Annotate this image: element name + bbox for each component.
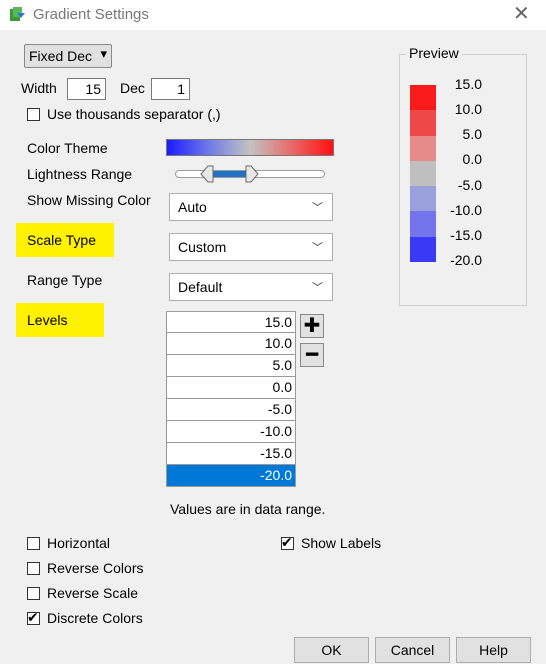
- level-row-selected[interactable]: -20.0: [166, 465, 296, 487]
- level-row[interactable]: -15.0: [166, 443, 296, 465]
- levels-label: Levels: [27, 312, 68, 328]
- horizontal-checkbox[interactable]: [27, 537, 40, 550]
- preview-swatch: [410, 236, 436, 262]
- chevron-down-icon: ﹀: [312, 282, 323, 294]
- check-icon: ✔: [281, 534, 293, 550]
- remove-level-button[interactable]: ━: [300, 343, 324, 367]
- level-row[interactable]: -10.0: [166, 421, 296, 443]
- preview-swatch: [410, 110, 436, 136]
- scale-type-value: Custom: [178, 239, 227, 255]
- level-row[interactable]: 5.0: [166, 355, 296, 377]
- missing-color-dropdown[interactable]: Auto ﹀: [169, 193, 333, 221]
- show-labels-checkbox[interactable]: ✔: [281, 534, 294, 550]
- discrete-colors-checkbox[interactable]: ✔: [27, 609, 40, 625]
- dec-label: Dec: [120, 80, 145, 96]
- minus-icon: ━: [305, 344, 319, 366]
- discrete-colors-label: Discrete Colors: [47, 610, 143, 626]
- preview-label: 10.0: [454, 101, 482, 117]
- width-label: Width: [21, 80, 57, 96]
- color-theme-gradient[interactable]: [166, 139, 334, 156]
- level-row[interactable]: -5.0: [166, 399, 296, 421]
- horizontal-label: Horizontal: [47, 535, 111, 551]
- add-level-button[interactable]: ✚: [300, 314, 324, 338]
- width-field[interactable]: 15: [67, 78, 106, 100]
- chevron-down-icon: ﹀: [312, 242, 323, 254]
- show-labels-label: Show Labels: [301, 535, 382, 551]
- lightness-high-handle[interactable]: [245, 165, 259, 183]
- dropdown-arrow-icon: ▾: [100, 46, 107, 61]
- scale-type-label: Scale Type: [27, 232, 97, 248]
- bottom-edge: [0, 664, 546, 671]
- levels-note: Values are in data range.: [170, 501, 326, 517]
- thousands-checkbox[interactable]: [27, 108, 40, 121]
- plus-icon: ✚: [303, 315, 321, 337]
- chevron-down-icon: ﹀: [312, 202, 323, 214]
- dec-field[interactable]: 1: [151, 78, 190, 100]
- preview-swatch: [410, 135, 436, 161]
- preview-label: -10.0: [450, 202, 482, 218]
- range-type-dropdown[interactable]: Default ﹀: [169, 273, 333, 301]
- range-type-label: Range Type: [27, 272, 103, 288]
- preview-label: -15.0: [450, 227, 482, 243]
- lightness-label: Lightness Range: [27, 166, 133, 182]
- preview-swatch: [410, 85, 436, 111]
- close-icon[interactable]: ✕: [513, 3, 530, 25]
- reverse-colors-label: Reverse Colors: [47, 560, 144, 576]
- preview-label: 15.0: [454, 76, 482, 92]
- format-dropdown[interactable]: Fixed Dec ▾: [24, 44, 112, 68]
- range-type-value: Default: [178, 279, 223, 295]
- color-theme-label: Color Theme: [27, 140, 108, 156]
- reverse-scale-label: Reverse Scale: [47, 585, 139, 601]
- level-row[interactable]: 15.0: [166, 311, 296, 333]
- scale-type-dropdown[interactable]: Custom ﹀: [169, 233, 333, 261]
- reverse-colors-checkbox[interactable]: [27, 562, 40, 575]
- preview-label: -5.0: [457, 177, 482, 193]
- preview-swatch: [410, 160, 436, 186]
- window-title: Gradient Settings: [33, 6, 149, 23]
- missing-color-value: Auto: [178, 199, 207, 215]
- help-button[interactable]: Help: [456, 637, 531, 663]
- preview-label: 5.0: [462, 126, 482, 142]
- preview-swatch: [410, 186, 436, 212]
- reverse-scale-checkbox[interactable]: [27, 587, 40, 600]
- format-mode-value: Fixed Dec: [29, 48, 93, 64]
- missing-color-label: Show Missing Color: [27, 192, 151, 208]
- preview-swatch: [410, 211, 436, 237]
- app-icon: [10, 7, 25, 21]
- lightness-low-handle[interactable]: [200, 165, 214, 183]
- check-icon: ✔: [27, 609, 39, 625]
- level-row[interactable]: 0.0: [166, 377, 296, 399]
- level-row[interactable]: 10.0: [166, 333, 296, 355]
- thousands-label: Use thousands separator (,): [47, 106, 221, 122]
- preview-title: Preview: [406, 45, 462, 61]
- preview-label: 0.0: [462, 151, 482, 167]
- ok-button[interactable]: OK: [294, 637, 369, 663]
- preview-label: -20.0: [450, 252, 482, 268]
- cancel-button[interactable]: Cancel: [375, 637, 450, 663]
